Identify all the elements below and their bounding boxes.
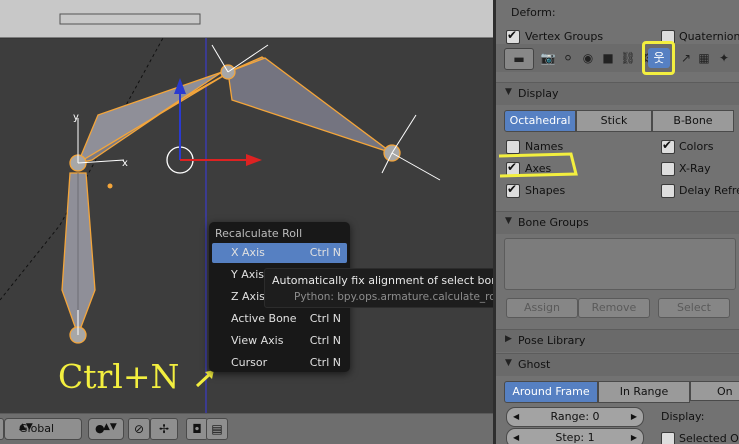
pose-library-section-header[interactable]: ▶ Pose Library: [496, 329, 739, 352]
display-mode-stick[interactable]: Stick: [576, 110, 652, 132]
menu-item-label: View Axis: [231, 334, 284, 347]
xray-label: X-Ray: [679, 162, 711, 175]
range-value: Range: 0: [550, 410, 600, 423]
remove-button[interactable]: Remove: [578, 298, 650, 318]
menu-item-active-bone[interactable]: Active Bone Ctrl N: [212, 309, 347, 329]
xray-checkbox[interactable]: [661, 162, 675, 176]
operator-tooltip: Automatically fix alignment of select bo…: [264, 268, 493, 308]
world-tab-icon[interactable]: ◉: [578, 48, 598, 68]
snap-toggle-icon[interactable]: ⊘: [128, 418, 150, 440]
section-title: Bone Groups: [518, 216, 589, 229]
menu-item-cursor[interactable]: Cursor Ctrl N: [212, 353, 347, 373]
section-title: Ghost: [518, 358, 551, 371]
texture-tab-icon[interactable]: ▦: [694, 48, 714, 68]
chevron-updown-icon: ▲▼: [19, 422, 33, 432]
delay-refresh-label: Delay Refresh: [679, 184, 739, 197]
chevron-updown-icon: ▲▼: [103, 422, 117, 432]
collapse-triangle-icon: ▼: [505, 87, 512, 97]
ghost-mode-on-keyframes[interactable]: On Keyframes: [690, 381, 739, 401]
selected-only-checkbox[interactable]: [661, 432, 675, 444]
collapse-triangle-icon: ▼: [505, 358, 512, 368]
vertex-groups-label: Vertex Groups: [525, 30, 604, 43]
section-title: Pose Library: [518, 334, 586, 347]
section-title: Display: [518, 87, 559, 100]
menu-item-shortcut: Ctrl N: [309, 312, 341, 325]
render-icon[interactable]: ◘: [186, 418, 208, 440]
bone-tab-icon[interactable]: ↗: [676, 48, 696, 68]
display-section-header[interactable]: ▼ Display: [496, 82, 739, 105]
constraint-tab-icon[interactable]: ⛓: [618, 48, 638, 68]
select-button[interactable]: Select: [658, 298, 730, 318]
menu-item-shortcut: Ctrl N: [309, 246, 341, 259]
shapes-checkbox[interactable]: [506, 182, 520, 198]
menu-item-view-axis[interactable]: View Axis Ctrl N: [212, 331, 347, 351]
range-field[interactable]: ◀ Range: 0 ▶: [506, 407, 644, 427]
ghost-mode-in-range[interactable]: In Range: [598, 381, 690, 403]
menu-item-label: Active Bone: [231, 312, 297, 325]
bone-groups-list[interactable]: [504, 238, 736, 290]
annotation-ctrl-n: Ctrl+N: [58, 357, 180, 396]
step-field[interactable]: ◀ Step: 1 ▶: [506, 428, 644, 444]
increment-icon: ▶: [630, 412, 637, 421]
viewport-header: Global ▲▼ ● ▲▼ ⊘ ✢ ◘ ▤: [0, 413, 493, 444]
colors-checkbox[interactable]: [661, 138, 675, 154]
menu-item-label: X Axis: [231, 246, 265, 259]
display-mode-octahedral[interactable]: Octahedral: [504, 110, 576, 132]
pivot-select[interactable]: ● ▲▼: [88, 418, 124, 440]
shapes-label: Shapes: [525, 184, 566, 197]
3d-viewport[interactable]: y x Ctrl+N Recalculate Roll X Axis Ctrl …: [0, 0, 493, 444]
menu-item-x-axis[interactable]: X Axis Ctrl N: [212, 243, 347, 263]
armature-tab-highlight: [642, 41, 675, 75]
clapper-icon[interactable]: ▤: [206, 418, 228, 440]
axis-label-x: x: [122, 158, 128, 169]
deform-label: Deform:: [511, 6, 556, 19]
physics-tab-icon[interactable]: ✦: [714, 48, 734, 68]
render-tab-icon[interactable]: ▬: [504, 48, 534, 70]
display-mode-bbone[interactable]: B-Bone: [652, 110, 734, 132]
assign-button[interactable]: Assign: [506, 298, 578, 318]
properties-panel: Deform: Vertex Groups Quaternion ▬ 📷 ⚪ ◉…: [493, 0, 739, 444]
increment-icon: ▶: [630, 433, 637, 442]
camera-tab-icon[interactable]: 📷: [538, 48, 558, 68]
decrement-icon: ◀: [513, 412, 520, 421]
object-tab-icon[interactable]: ■: [598, 48, 618, 68]
menu-item-shortcut: Ctrl N: [309, 334, 341, 347]
colors-label: Colors: [679, 140, 714, 153]
scene-tab-icon[interactable]: ⚪: [558, 48, 578, 68]
menu-title: Recalculate Roll: [215, 227, 303, 240]
step-value: Step: 1: [555, 431, 595, 444]
vertex-groups-checkbox[interactable]: [506, 28, 520, 44]
menu-item-shortcut: Ctrl N: [309, 356, 341, 369]
tooltip-description: Automatically fix alignment of select bo…: [272, 274, 493, 287]
collapse-triangle-icon: ▼: [505, 216, 512, 226]
decrement-icon: ◀: [513, 433, 520, 442]
ghost-mode-around-frame[interactable]: Around Frame: [504, 381, 598, 403]
display-label: Display:: [661, 410, 705, 423]
menu-item-label: Cursor: [231, 356, 268, 369]
ghost-section-header[interactable]: ▼ Ghost: [496, 353, 739, 376]
menu-item-label: Z Axis: [231, 290, 265, 303]
delay-refresh-checkbox[interactable]: [661, 184, 675, 198]
expand-triangle-icon: ▶: [505, 334, 512, 344]
axes-highlight: [498, 152, 578, 178]
tooltip-python: Python: bpy.ops.armature.calculate_roll(…: [294, 291, 493, 303]
quaternion-label: Quaternion: [679, 30, 739, 43]
bone-groups-section-header[interactable]: ▼ Bone Groups: [496, 211, 739, 234]
manipulator-icon[interactable]: ✢: [150, 418, 178, 440]
orientation-select[interactable]: Global ▲▼: [4, 418, 82, 440]
selected-only-label: Selected Only: [679, 432, 739, 444]
menu-item-label: Y Axis: [231, 268, 265, 281]
axis-label-y: y: [73, 112, 79, 123]
